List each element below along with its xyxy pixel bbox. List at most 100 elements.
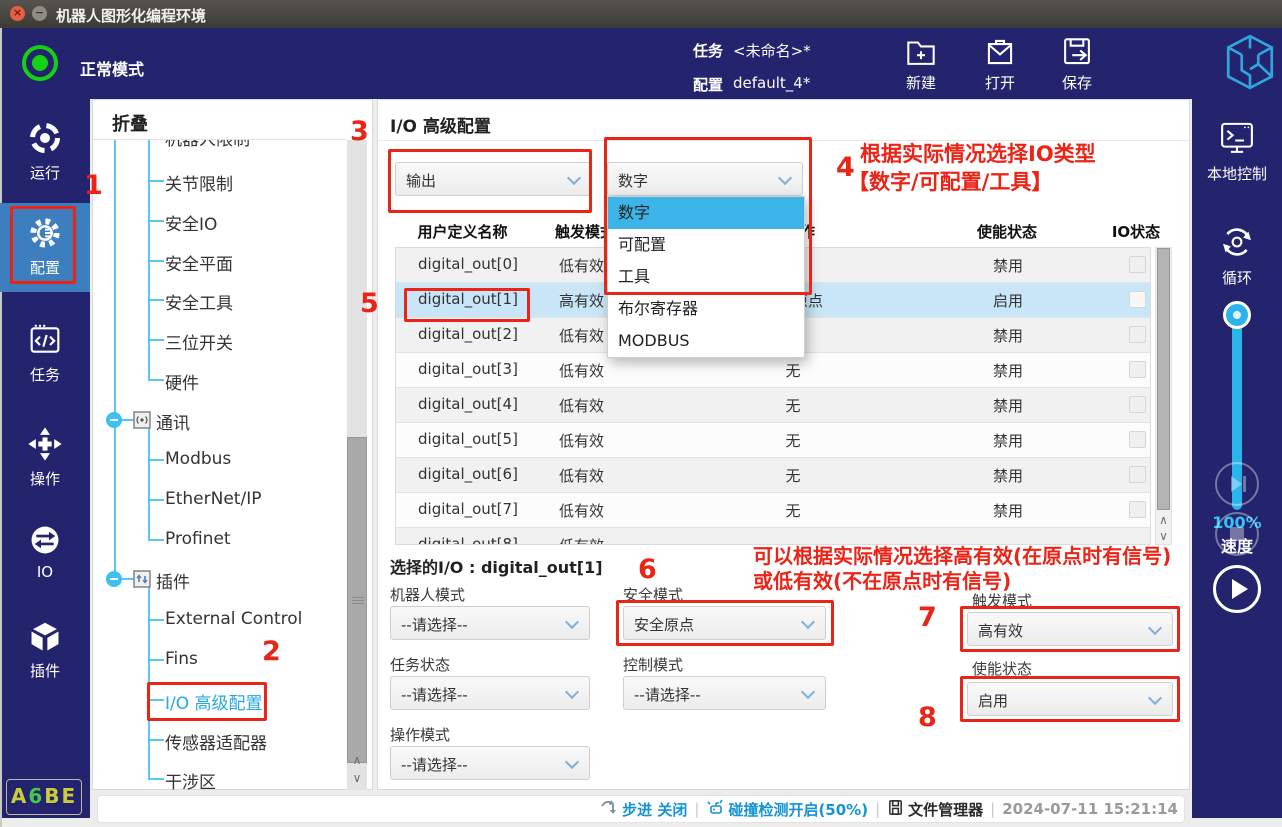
io-type-select[interactable]: 数字 (607, 162, 803, 196)
io-state-checkbox[interactable] (1129, 256, 1146, 273)
scroll-down-icon[interactable]: ∨ (347, 772, 367, 784)
control-mode-select[interactable]: --请选择-- (623, 676, 826, 710)
step-forward-button[interactable] (1215, 462, 1259, 506)
io-state-checkbox[interactable] (1129, 396, 1146, 413)
sidebar-item-plugin[interactable]: 插件 (0, 618, 90, 681)
enable-state-select[interactable]: 启用 (967, 682, 1173, 716)
tree-group-plugin[interactable]: 插件 (156, 568, 190, 593)
sidebar-item-operate[interactable]: 操作 (0, 424, 90, 489)
tree-connector (148, 739, 164, 741)
tree-item-safety-plane[interactable]: 安全平面 (165, 250, 233, 275)
tree-collapse-node-icon[interactable] (106, 412, 122, 428)
cube-icon (25, 641, 65, 660)
tree-item-modbus[interactable]: Modbus (165, 449, 231, 469)
table-row[interactable]: digital_out[3] 低有效 无 禁用 (396, 353, 1150, 388)
tree-item-fins[interactable]: Fins (165, 649, 198, 669)
table-row[interactable]: digital_out[7] 低有效 无 禁用 (396, 493, 1150, 528)
io-name: digital_out[1] (418, 290, 518, 308)
tree-collapse-node-icon[interactable] (106, 571, 122, 587)
robot-mode-select[interactable]: --请选择-- (390, 606, 590, 640)
chevron-down-icon (778, 171, 792, 185)
trigger-mode-value: 高有效 (978, 620, 1023, 641)
dropdown-option-tool[interactable]: 工具 (608, 261, 804, 293)
mode-label: 正常模式 (80, 56, 144, 80)
save-button[interactable]: 保存 (1047, 32, 1107, 96)
io-name: digital_out[0] (418, 255, 518, 273)
tree-item-safety-io[interactable]: 安全IO (165, 210, 217, 235)
trigger-mode-select[interactable]: 高有效 (967, 612, 1173, 646)
tree-group-communication[interactable]: 通讯 (156, 409, 190, 434)
play-button[interactable] (1213, 565, 1261, 613)
chevron-down-icon (565, 615, 579, 629)
operation-mode-select[interactable]: --请选择-- (390, 746, 590, 780)
scroll-up-icon[interactable]: ∧ (347, 754, 367, 766)
dropdown-option-bool-register[interactable]: 布尔寄存器 (608, 293, 804, 325)
action: 无 (723, 430, 863, 451)
safety-mode-select[interactable]: 安全原点 (623, 606, 826, 640)
io-state-checkbox[interactable] (1129, 361, 1146, 378)
io-state-checkbox[interactable] (1129, 431, 1146, 448)
tree-item-joint-limit[interactable]: 关节限制 (165, 170, 233, 195)
table-scrollbar-thumb[interactable] (1157, 248, 1170, 510)
tree-scrollbar-thumb[interactable] (347, 437, 367, 763)
dropdown-option-configurable[interactable]: 可配置 (608, 229, 804, 261)
enable-state: 禁用 (958, 465, 1058, 486)
table-scrollbar[interactable]: ∧ ∨ (1155, 247, 1172, 545)
badge-char: A (11, 784, 28, 808)
close-icon[interactable]: × (10, 6, 25, 21)
annotation-number-1: 1 (84, 170, 103, 201)
table-row[interactable]: digital_out[4] 低有效 无 禁用 (396, 388, 1150, 423)
open-button[interactable]: 打开 (970, 32, 1030, 96)
task-state-select[interactable]: --请选择-- (390, 676, 590, 710)
tree-item-external-control[interactable]: External Control (165, 609, 302, 629)
collision-detect-icon (706, 798, 724, 820)
sidebar-item-io[interactable]: IO (0, 521, 90, 581)
tree-item-robot-limit[interactable]: 机器人限制 (165, 140, 250, 150)
file-manager-button[interactable]: 文件管理器 (908, 799, 983, 820)
io-name: digital_out[6] (418, 465, 518, 483)
sidebar-item-task[interactable]: 任务 (0, 320, 90, 385)
chevron-down-icon (567, 171, 581, 185)
speed-slider-handle[interactable] (1223, 301, 1251, 329)
stop-button[interactable] (1215, 512, 1259, 556)
tree-item-safety-tool[interactable]: 安全工具 (165, 289, 233, 314)
tree-item-ethernet-ip[interactable]: EtherNet/IP (165, 489, 261, 509)
io-state-checkbox[interactable] (1129, 291, 1146, 308)
scroll-up-icon[interactable]: ∧ (1156, 514, 1171, 526)
chevron-down-icon (565, 685, 579, 699)
tree-connector (148, 180, 164, 182)
tree-item-io-advanced-config[interactable]: I/O 高级配置 (165, 689, 263, 714)
tree-item-hardware[interactable]: 硬件 (165, 369, 199, 394)
dropdown-option-modbus[interactable]: MODBUS (608, 325, 804, 357)
tree-item-profinet[interactable]: Profinet (165, 529, 231, 549)
code-window-icon (25, 345, 65, 364)
collision-detect-status[interactable]: 碰撞检测开启(50%) (728, 799, 868, 820)
trigger-mode: 低有效 (559, 465, 604, 486)
tree-item-interference-zone[interactable]: 干涉区 (165, 768, 216, 790)
table-row[interactable]: digital_out[6] 低有效 无 禁用 (396, 458, 1150, 493)
loop-button[interactable]: 循环 (1192, 221, 1282, 288)
sidebar-item-run[interactable]: 运行 (0, 118, 90, 183)
annotation-number-3: 3 (350, 116, 369, 147)
tree-item-three-position-switch[interactable]: 三位开关 (165, 329, 233, 354)
dropdown-option-digital[interactable]: 数字 (608, 197, 804, 229)
new-button[interactable]: 新建 (891, 32, 951, 96)
control-mode-label: 控制模式 (623, 654, 683, 675)
io-state-checkbox[interactable] (1129, 466, 1146, 483)
minimize-icon[interactable]: − (32, 6, 47, 21)
tree-scrollbar[interactable]: ∧ ∨ (347, 140, 367, 790)
tree-connector (148, 260, 164, 262)
io-name: digital_out[5] (418, 430, 518, 448)
io-direction-select[interactable]: 输出 (395, 162, 592, 196)
io-state-checkbox[interactable] (1129, 326, 1146, 343)
io-type-value: 数字 (618, 170, 648, 191)
trigger-mode: 低有效 (559, 500, 604, 521)
status-bar-content: 步进 关闭 | 碰撞检测开启(50%) | 文件管理器 | 2024-07-11… (97, 795, 1185, 823)
table-row[interactable]: digital_out[5] 低有效 无 禁用 (396, 423, 1150, 458)
io-state-checkbox[interactable] (1129, 501, 1146, 518)
tree-item-sensor-adapter[interactable]: 传感器适配器 (165, 729, 267, 754)
local-control-button[interactable]: 本地控制 (1192, 115, 1282, 184)
sidebar-item-config[interactable]: 配置 (0, 213, 90, 278)
step-mode-status[interactable]: 步进 关闭 (622, 799, 687, 820)
tree-collapse-header[interactable]: 折叠 (112, 110, 148, 136)
